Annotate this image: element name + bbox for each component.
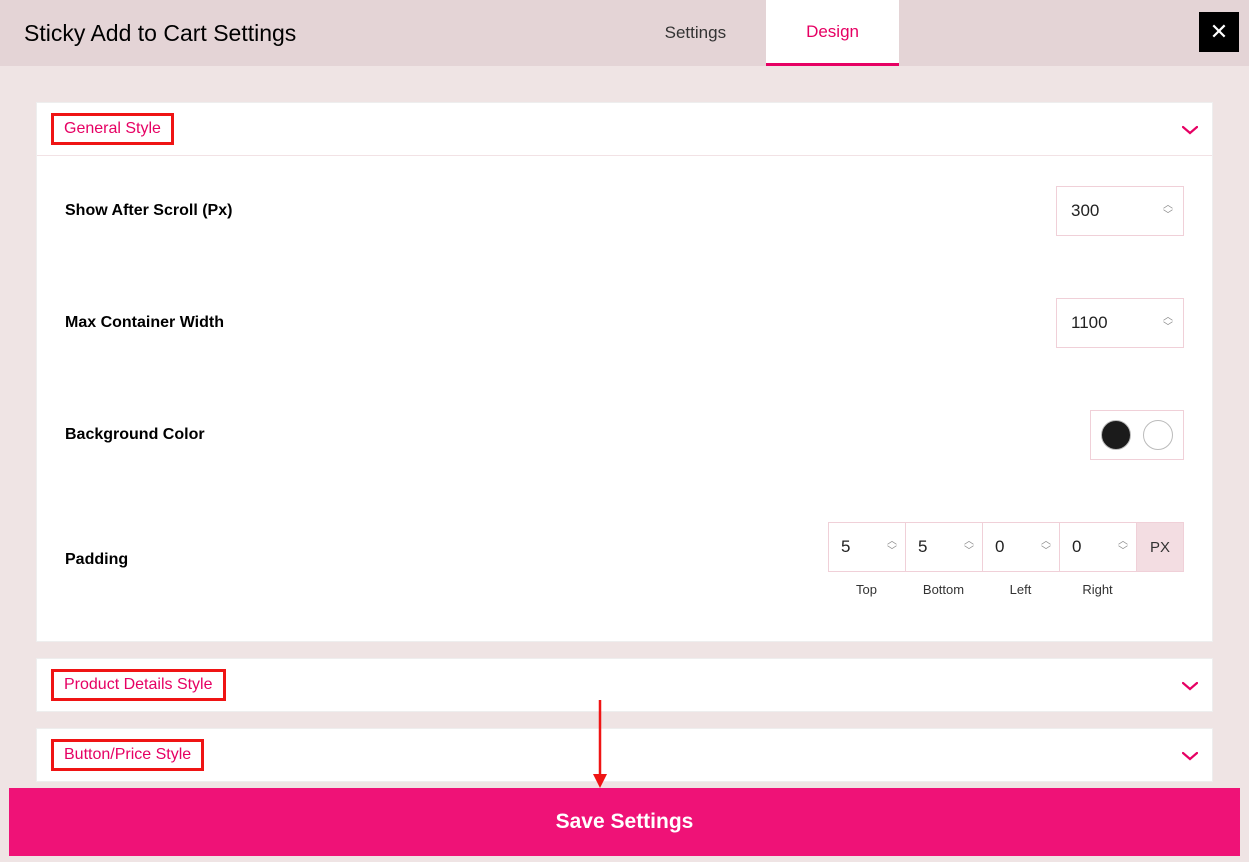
save-settings-button[interactable]: Save Settings	[9, 788, 1240, 856]
panel-header-button-price[interactable]: Button/Price Style	[37, 729, 1212, 781]
label-max-container-width: Max Container Width	[65, 314, 224, 332]
field-padding: Padding ︿ ﹀ ︿	[65, 522, 1184, 597]
settings-header: Sticky Add to Cart Settings Settings Des…	[0, 0, 1249, 66]
input-padding-right[interactable]	[1060, 537, 1118, 557]
page-title: Sticky Add to Cart Settings	[0, 0, 296, 66]
stepper-down-icon[interactable]: ﹀	[1041, 547, 1051, 557]
content-area: General Style Show After Scroll (Px) ︿ ﹀…	[0, 66, 1249, 782]
tab-design[interactable]: Design	[766, 0, 899, 66]
stepper-down-icon[interactable]: ﹀	[1163, 323, 1173, 333]
input-max-container-width[interactable]	[1057, 313, 1163, 333]
input-wrap-show-after-scroll: ︿ ﹀	[1056, 186, 1184, 236]
spinner-padding-right: ︿ ﹀	[1118, 537, 1136, 557]
panel-button-price-style: Button/Price Style	[36, 728, 1213, 782]
panel-title-button-price: Button/Price Style	[51, 739, 204, 771]
field-max-container-width: Max Container Width ︿ ﹀	[65, 298, 1184, 348]
padding-inputs: ︿ ﹀ ︿ ﹀	[828, 522, 1184, 572]
panel-title-general: General Style	[51, 113, 174, 145]
padding-labels: Top Bottom Left Right	[828, 582, 1184, 597]
padding-label-right: Right	[1059, 582, 1136, 597]
padding-unit: PX	[1137, 523, 1183, 571]
panel-general-style: General Style Show After Scroll (Px) ︿ ﹀…	[36, 102, 1213, 642]
label-background-color: Background Color	[65, 426, 205, 444]
panel-title-product-details: Product Details Style	[51, 669, 226, 701]
panel-product-details-style: Product Details Style	[36, 658, 1213, 712]
spinner-padding-bottom: ︿ ﹀	[964, 537, 982, 557]
swatch-white[interactable]	[1143, 420, 1173, 450]
padding-label-top: Top	[828, 582, 905, 597]
padding-group: ︿ ﹀ ︿ ﹀	[828, 522, 1184, 597]
chevron-down-icon	[1182, 675, 1198, 696]
padding-top-cell: ︿ ﹀	[829, 523, 906, 571]
stepper-down-icon[interactable]: ﹀	[1118, 547, 1128, 557]
padding-right-cell: ︿ ﹀	[1060, 523, 1137, 571]
tab-settings[interactable]: Settings	[625, 0, 766, 66]
panel-header-general[interactable]: General Style	[37, 103, 1212, 155]
label-padding: Padding	[65, 551, 128, 569]
close-icon: ✕	[1210, 19, 1228, 45]
color-swatch-group	[1090, 410, 1184, 460]
input-padding-left[interactable]	[983, 537, 1041, 557]
panel-header-product-details[interactable]: Product Details Style	[37, 659, 1212, 711]
padding-label-bottom: Bottom	[905, 582, 982, 597]
tabs: Settings Design	[625, 0, 899, 66]
input-show-after-scroll[interactable]	[1057, 201, 1163, 221]
padding-left-cell: ︿ ﹀	[983, 523, 1060, 571]
chevron-down-icon	[1182, 745, 1198, 766]
padding-bottom-cell: ︿ ﹀	[906, 523, 983, 571]
input-wrap-max-container-width: ︿ ﹀	[1056, 298, 1184, 348]
field-show-after-scroll: Show After Scroll (Px) ︿ ﹀	[65, 186, 1184, 236]
field-background-color: Background Color	[65, 410, 1184, 460]
spinner-padding-top: ︿ ﹀	[887, 537, 905, 557]
stepper-down-icon[interactable]: ﹀	[887, 547, 897, 557]
stepper-down-icon[interactable]: ﹀	[964, 547, 974, 557]
padding-label-left: Left	[982, 582, 1059, 597]
swatch-dark[interactable]	[1101, 420, 1131, 450]
spinner-show-after-scroll: ︿ ﹀	[1163, 201, 1183, 221]
stepper-down-icon[interactable]: ﹀	[1163, 211, 1173, 221]
input-padding-top[interactable]	[829, 537, 887, 557]
chevron-down-icon	[1182, 119, 1198, 140]
spinner-max-container-width: ︿ ﹀	[1163, 313, 1183, 333]
panel-body-general: Show After Scroll (Px) ︿ ﹀ Max Container…	[37, 155, 1212, 641]
close-button[interactable]: ✕	[1199, 12, 1239, 52]
spinner-padding-left: ︿ ﹀	[1041, 537, 1059, 557]
label-show-after-scroll: Show After Scroll (Px)	[65, 202, 232, 220]
input-padding-bottom[interactable]	[906, 537, 964, 557]
